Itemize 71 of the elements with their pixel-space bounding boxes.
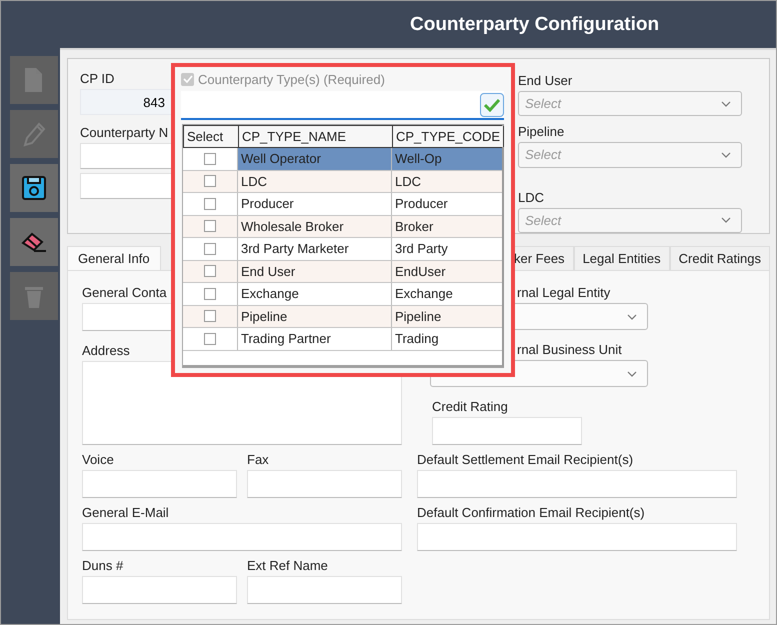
checkbox[interactable] — [204, 220, 216, 232]
checkbox[interactable] — [204, 310, 216, 322]
chevron-down-icon — [721, 100, 731, 107]
table-cell[interactable]: 3rd Party — [392, 238, 502, 260]
table-cell[interactable]: Producer — [238, 193, 392, 214]
input-field[interactable] — [247, 576, 402, 604]
field-label: End User — [518, 73, 572, 89]
table-cell[interactable]: 3rd Party Marketer — [238, 238, 392, 260]
field-label: rnal Legal Entity — [517, 285, 610, 301]
field-label: CP ID — [80, 71, 114, 87]
table-cell[interactable]: Trading Partner — [238, 328, 392, 350]
field-label: rnal Business Unit — [517, 342, 622, 358]
input-field[interactable] — [82, 576, 237, 604]
tab[interactable]: Credit Ratings — [670, 246, 770, 270]
table-cell[interactable]: Pipeline — [238, 306, 392, 327]
field-label: LDC — [518, 190, 544, 206]
table-cell[interactable]: EndUser — [392, 260, 502, 282]
save-button[interactable] — [10, 164, 58, 212]
input-field[interactable] — [417, 470, 737, 498]
table-cell[interactable]: Trading — [392, 328, 502, 350]
table-cell[interactable]: Producer — [392, 193, 502, 214]
table-cell[interactable]: Pipeline — [392, 306, 502, 327]
checkbox[interactable] — [204, 265, 216, 278]
table-cell[interactable]: Wholesale Broker — [238, 216, 392, 237]
check-icon — [484, 98, 500, 112]
field-label: Counterparty N — [80, 125, 168, 141]
table-cell[interactable]: LDC — [392, 170, 502, 192]
column-header: CP_TYPE_NAME — [239, 126, 393, 147]
table-cell[interactable]: Well Operator — [238, 148, 392, 170]
input-field[interactable] — [247, 470, 402, 498]
tab[interactable]: General Info — [67, 246, 161, 270]
search-field[interactable] — [181, 91, 504, 120]
field-label: General Conta — [82, 285, 167, 301]
field-label: Fax — [247, 452, 269, 468]
checkbox[interactable] — [204, 288, 216, 300]
checkbox[interactable] — [204, 242, 216, 255]
field-label: Default Confirmation Email Recipient(s) — [417, 505, 645, 521]
field-label: Ext Ref Name — [247, 558, 328, 574]
table-cell[interactable]: End User — [238, 260, 392, 282]
checkbox[interactable] — [204, 332, 216, 345]
tab[interactable]: Legal Entities — [574, 246, 670, 270]
input-field[interactable] — [417, 523, 737, 551]
field-label: Voice — [82, 452, 114, 468]
field-label: Duns # — [82, 558, 124, 574]
clear-button[interactable] — [10, 218, 58, 266]
table-cell[interactable]: Broker — [392, 216, 502, 237]
field-label: Address — [82, 343, 130, 359]
checkbox[interactable] — [204, 175, 216, 188]
check-icon — [182, 75, 192, 83]
chevron-down-icon — [627, 370, 637, 376]
table-cell[interactable]: Exchange — [238, 283, 392, 304]
window-title: Counterparty Configuration — [410, 14, 660, 36]
field-label: Credit Rating — [432, 399, 508, 415]
table-cell[interactable]: Well-Op — [392, 148, 502, 170]
table-cell[interactable]: LDC — [238, 170, 392, 192]
chevron-down-icon — [721, 152, 731, 158]
checkbox[interactable] — [204, 198, 216, 210]
input-field[interactable]: 843 — [80, 89, 172, 115]
column-header: Select — [184, 126, 239, 147]
input-field[interactable] — [432, 417, 582, 445]
field-label: Default Settlement Email Recipient(s) — [417, 452, 634, 468]
table-cell[interactable]: Exchange — [392, 283, 502, 304]
field-label: Pipeline — [518, 124, 564, 140]
chevron-down-icon — [721, 217, 731, 224]
chevron-down-icon — [627, 314, 637, 320]
confirm-button[interactable] — [480, 92, 504, 116]
column-header: CP_TYPE_CODE — [393, 126, 504, 147]
field-label: General E-Mail — [82, 505, 169, 521]
input-field[interactable] — [82, 470, 237, 498]
checkbox[interactable] — [204, 152, 216, 165]
input-field[interactable] — [82, 523, 402, 551]
